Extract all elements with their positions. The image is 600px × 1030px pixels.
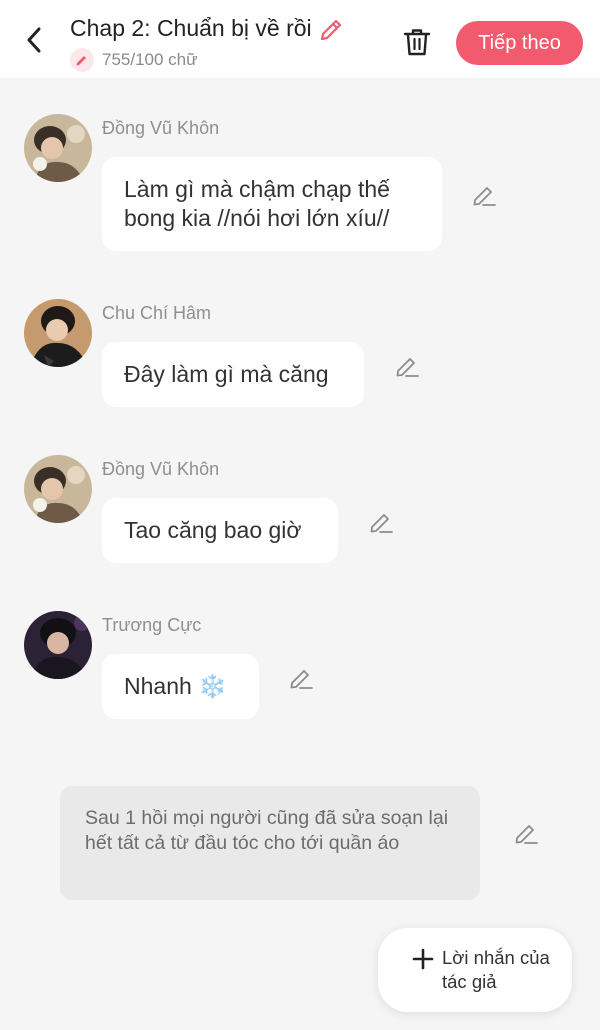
edit-message-button[interactable] bbox=[393, 352, 421, 380]
word-count-badge bbox=[70, 48, 94, 72]
message-text: Làm gì mà chậm chạp thế bong kia //nói h… bbox=[124, 176, 390, 231]
message-bubble[interactable]: Tao căng bao giờ bbox=[102, 498, 338, 563]
top-bar: Chap 2: Chuẩn bị về rồi 755/100 chữ Tiếp… bbox=[0, 0, 600, 78]
back-button[interactable] bbox=[18, 22, 50, 58]
pencil-icon bbox=[290, 670, 313, 689]
avatar bbox=[24, 114, 92, 182]
plus-icon bbox=[412, 948, 434, 970]
chevron-left-icon bbox=[27, 27, 41, 53]
pencil-icon bbox=[370, 514, 393, 533]
message-text: Nhanh ❄️ bbox=[124, 673, 227, 699]
pencil-icon bbox=[76, 56, 86, 66]
sender-name: Trương Cực bbox=[102, 615, 202, 635]
author-note-button[interactable]: Lời nhắn của tác giả bbox=[378, 928, 572, 1012]
message-bubble[interactable]: Đây làm gì mà căng bbox=[102, 342, 364, 407]
author-note-label: Lời nhắn của tác giả bbox=[442, 947, 550, 992]
message-bubble[interactable]: Nhanh ❄️ bbox=[102, 654, 259, 719]
chapter-title: Chap 2: Chuẩn bị về rồi bbox=[70, 14, 346, 42]
pencil-icon bbox=[515, 825, 538, 844]
pencil-icon bbox=[320, 19, 341, 41]
edit-narration-button[interactable] bbox=[512, 819, 540, 847]
trash-icon bbox=[403, 29, 431, 56]
narration-text: Sau 1 hồi mọi người cũng đã sửa soạn lại… bbox=[85, 807, 449, 854]
avatar bbox=[24, 455, 92, 523]
word-count: 755/100 chữ bbox=[70, 48, 198, 72]
next-button[interactable]: Tiếp theo bbox=[456, 21, 583, 65]
delete-button[interactable] bbox=[400, 24, 434, 60]
edit-title-button[interactable] bbox=[318, 14, 346, 42]
narration-block[interactable]: Sau 1 hồi mọi người cũng đã sửa soạn lại… bbox=[60, 786, 480, 900]
avatar bbox=[24, 299, 92, 367]
pencil-icon bbox=[473, 187, 496, 206]
sender-name: Chu Chí Hâm bbox=[102, 303, 212, 323]
pencil-icon bbox=[396, 358, 419, 377]
edit-message-button[interactable] bbox=[287, 664, 315, 692]
edit-message-button[interactable] bbox=[367, 508, 395, 536]
message-text: Tao căng bao giờ bbox=[124, 517, 302, 543]
sender-name: Đồng Vũ Khôn bbox=[102, 459, 220, 479]
word-count-text: 755/100 chữ bbox=[102, 50, 198, 69]
avatar bbox=[24, 611, 92, 679]
chapter-title-text: Chap 2: Chuẩn bị về rồi bbox=[70, 14, 312, 41]
sender-name: Đồng Vũ Khôn bbox=[102, 118, 220, 138]
edit-message-button[interactable] bbox=[470, 181, 498, 209]
message-text: Đây làm gì mà căng bbox=[124, 361, 329, 387]
message-bubble[interactable]: Làm gì mà chậm chạp thế bong kia //nói h… bbox=[102, 157, 442, 251]
